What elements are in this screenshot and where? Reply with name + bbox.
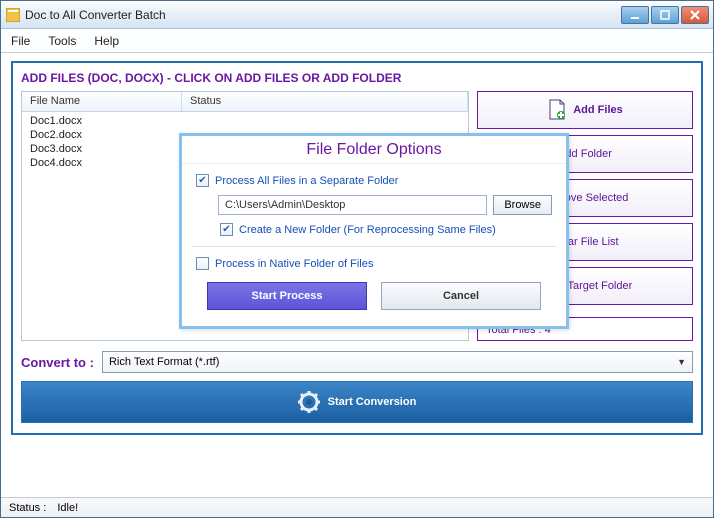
maximize-button[interactable] bbox=[651, 6, 679, 24]
app-icon bbox=[5, 7, 21, 23]
add-files-header: ADD FILES (DOC, DOCX) - CLICK ON ADD FIL… bbox=[21, 69, 693, 91]
status-value: Idle! bbox=[57, 502, 78, 514]
table-header: File Name Status bbox=[22, 92, 468, 112]
divider bbox=[192, 246, 556, 247]
title-bar: Doc to All Converter Batch bbox=[1, 1, 713, 29]
add-files-label: Add Files bbox=[573, 104, 623, 116]
menu-tools[interactable]: Tools bbox=[48, 34, 76, 48]
chevron-down-icon: ▼ bbox=[677, 357, 686, 367]
close-button[interactable] bbox=[681, 6, 709, 24]
file-add-icon bbox=[547, 99, 567, 121]
cancel-button[interactable]: Cancel bbox=[381, 282, 541, 310]
gear-icon bbox=[298, 391, 320, 413]
menu-file[interactable]: File bbox=[11, 34, 30, 48]
window-title: Doc to All Converter Batch bbox=[25, 8, 166, 22]
convert-row: Convert to : Rich Text Format (*.rtf) ▼ bbox=[21, 351, 693, 373]
add-files-button[interactable]: Add Files bbox=[477, 91, 693, 129]
window-buttons bbox=[621, 6, 709, 24]
path-row: C:\Users\Admin\Desktop Browse bbox=[192, 191, 556, 219]
col-status[interactable]: Status bbox=[182, 92, 468, 111]
browse-button[interactable]: Browse bbox=[493, 195, 552, 215]
convert-select[interactable]: Rich Text Format (*.rtf) ▼ bbox=[102, 351, 693, 373]
status-label: Status : bbox=[9, 502, 46, 514]
dialog-body: ✔ Process All Files in a Separate Folder… bbox=[182, 164, 566, 326]
menu-bar: File Tools Help bbox=[1, 29, 713, 53]
option-process-native[interactable]: Process in Native Folder of Files bbox=[192, 253, 556, 274]
path-input[interactable]: C:\Users\Admin\Desktop bbox=[218, 195, 487, 215]
checkbox-checked-icon[interactable]: ✔ bbox=[220, 223, 233, 236]
checkbox-checked-icon[interactable]: ✔ bbox=[196, 174, 209, 187]
table-row[interactable]: Doc1.docx bbox=[22, 114, 468, 128]
checkbox-unchecked-icon[interactable] bbox=[196, 257, 209, 270]
convert-to-label: Convert to : bbox=[21, 355, 94, 370]
option-create-new-label: Create a New Folder (For Reprocessing Sa… bbox=[239, 224, 496, 236]
option-process-separate[interactable]: ✔ Process All Files in a Separate Folder bbox=[192, 170, 556, 191]
convert-selected-value: Rich Text Format (*.rtf) bbox=[109, 356, 219, 368]
option-create-new-folder[interactable]: ✔ Create a New Folder (For Reprocessing … bbox=[216, 219, 556, 240]
option-process-native-label: Process in Native Folder of Files bbox=[215, 258, 373, 270]
dialog-buttons: Start Process Cancel bbox=[192, 274, 556, 314]
cancel-label: Cancel bbox=[443, 290, 479, 302]
file-folder-options-dialog: File Folder Options ✔ Process All Files … bbox=[179, 133, 569, 329]
start-conversion-label: Start Conversion bbox=[328, 396, 417, 408]
start-process-button[interactable]: Start Process bbox=[207, 282, 367, 310]
browse-label: Browse bbox=[504, 199, 541, 211]
col-filename[interactable]: File Name bbox=[22, 92, 182, 111]
status-bar: Status : Idle! bbox=[1, 497, 713, 517]
option-process-separate-label: Process All Files in a Separate Folder bbox=[215, 175, 398, 187]
dialog-title: File Folder Options bbox=[182, 136, 566, 164]
app-window: Doc to All Converter Batch File Tools He… bbox=[0, 0, 714, 518]
menu-help[interactable]: Help bbox=[94, 34, 119, 48]
start-process-label: Start Process bbox=[252, 290, 323, 302]
start-conversion-button[interactable]: Start Conversion bbox=[21, 381, 693, 423]
minimize-button[interactable] bbox=[621, 6, 649, 24]
path-value: C:\Users\Admin\Desktop bbox=[225, 199, 345, 211]
